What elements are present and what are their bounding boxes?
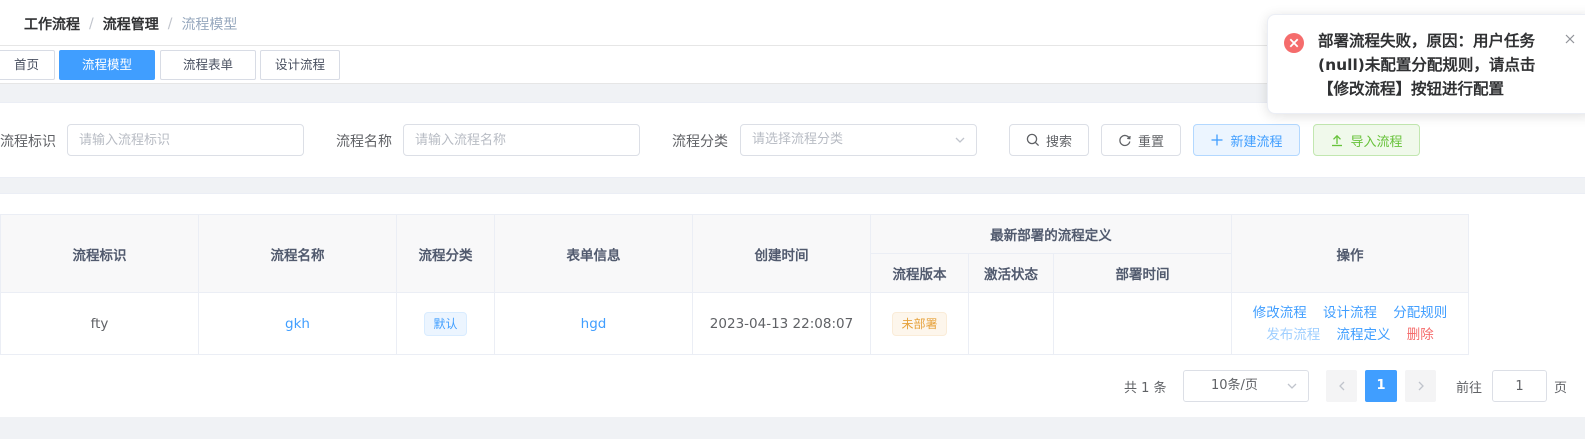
close-icon[interactable] <box>1564 33 1576 45</box>
assign-rules-link[interactable]: 分配规则 <box>1393 305 1447 321</box>
process-key-label: 流程标识 <box>0 134 56 150</box>
process-key-input[interactable] <box>67 124 304 156</box>
cell-active-status <box>968 292 1054 355</box>
header-process-key: 流程标识 <box>0 214 199 293</box>
breadcrumb: 工作流程 / 流程管理 / 流程模型 <box>24 14 237 34</box>
process-name-input[interactable] <box>403 124 640 156</box>
tag-home[interactable]: 首页 <box>0 50 55 80</box>
goto-label: 前往 <box>1456 381 1483 396</box>
breadcrumb-item-process-model: 流程模型 <box>181 17 238 33</box>
process-category-label: 流程分类 <box>672 134 728 150</box>
error-notification: 部署流程失败，原因：用户任务(null)未配置分配规则，请点击【修改流程】按钮进… <box>1267 14 1585 114</box>
cell-process-key: fty <box>0 292 199 355</box>
process-category-placeholder: 请选择流程分类 <box>752 132 844 147</box>
process-category-select[interactable]: 请选择流程分类 <box>740 124 977 156</box>
process-table-grid: 流程标识 流程名称 流程分类 表单信息 创建时间 最新部署的流程定义 操作 流程… <box>0 214 1469 355</box>
header-deploy-time: 部署时间 <box>1053 253 1232 293</box>
table-row: fty gkh 默认 hgd 2023-04-13 22:08:07 未部署 修… <box>0 292 1469 355</box>
cell-form-info: hgd <box>494 292 693 355</box>
edit-process-link[interactable]: 修改流程 <box>1253 305 1307 321</box>
process-name-link[interactable]: gkh <box>285 316 310 332</box>
category-tag: 默认 <box>424 311 467 336</box>
breadcrumb-item-workflow[interactable]: 工作流程 <box>24 14 80 34</box>
cell-actions: 修改流程 设计流程 分配规则 发布流程 流程定义 删除 <box>1231 292 1469 355</box>
page-size-value: 10条/页 <box>1211 378 1258 393</box>
plus-icon <box>1211 134 1223 146</box>
import-process-button[interactable]: 导入流程 <box>1313 124 1420 156</box>
tag-process-model[interactable]: 流程模型 <box>59 50 155 80</box>
header-process-name: 流程名称 <box>198 214 397 293</box>
reset-button-label: 重置 <box>1137 134 1164 150</box>
header-active-status: 激活状态 <box>968 253 1054 293</box>
cell-process-category: 默认 <box>396 292 495 355</box>
goto-page-input[interactable] <box>1492 370 1547 402</box>
header-version: 流程版本 <box>870 253 969 293</box>
process-definition-link[interactable]: 流程定义 <box>1337 327 1391 343</box>
notification-message: 部署流程失败，原因：用户任务(null)未配置分配规则，请点击【修改流程】按钮进… <box>1318 32 1536 98</box>
form-link[interactable]: hgd <box>581 316 607 332</box>
next-page-button[interactable] <box>1405 370 1436 402</box>
breadcrumb-separator: / <box>89 16 94 32</box>
process-name-label: 流程名称 <box>336 134 392 150</box>
create-process-label: 新建流程 <box>1230 134 1283 150</box>
page-number-current[interactable]: 1 <box>1365 370 1397 402</box>
import-process-label: 导入流程 <box>1350 134 1403 150</box>
page: 工作流程 / 流程管理 / 流程模型 首页 流程模型 流程表单 设计流程 流程标… <box>0 0 1585 439</box>
page-suffix-label: 页 <box>1554 381 1568 396</box>
cell-process-name: gkh <box>198 292 397 355</box>
header-created-time: 创建时间 <box>692 214 871 293</box>
page-size-select[interactable]: 10条/页 <box>1183 370 1309 402</box>
upload-icon <box>1332 134 1343 147</box>
header-process-category: 流程分类 <box>396 214 495 293</box>
header-latest-deployment: 最新部署的流程定义 <box>870 214 1232 254</box>
search-button-label: 搜索 <box>1045 134 1072 150</box>
chevron-left-icon <box>1338 381 1344 391</box>
chevron-right-icon <box>1418 381 1424 391</box>
cell-deploy-time <box>1053 292 1232 355</box>
cell-created-time: 2023-04-13 22:08:07 <box>692 292 871 355</box>
tag-design-process[interactable]: 设计流程 <box>260 50 340 80</box>
design-process-link[interactable]: 设计流程 <box>1323 305 1377 321</box>
prev-page-button[interactable] <box>1326 370 1357 402</box>
pagination-total: 共 1 条 <box>1124 381 1167 396</box>
pagination: 共 1 条 10条/页 1 前往 页 <box>0 356 1585 416</box>
error-icon <box>1284 33 1304 53</box>
header-actions: 操作 <box>1231 214 1469 293</box>
create-process-button[interactable]: 新建流程 <box>1193 124 1300 156</box>
header-form-info: 表单信息 <box>494 214 693 293</box>
search-icon <box>1026 133 1040 147</box>
publish-process-link[interactable]: 发布流程 <box>1266 327 1320 343</box>
chevron-down-icon <box>955 137 965 143</box>
delete-link[interactable]: 删除 <box>1407 327 1434 343</box>
refresh-icon <box>1119 134 1131 147</box>
breadcrumb-separator: / <box>167 16 173 32</box>
breadcrumb-item-process-management[interactable]: 流程管理 <box>103 14 159 34</box>
chevron-down-icon <box>1287 383 1297 389</box>
search-button[interactable]: 搜索 <box>1009 124 1089 156</box>
toolbar-strip <box>0 193 1585 214</box>
reset-button[interactable]: 重置 <box>1101 124 1181 156</box>
tag-process-form[interactable]: 流程表单 <box>160 50 256 80</box>
cell-version: 未部署 <box>870 292 969 355</box>
not-deployed-tag: 未部署 <box>892 311 947 336</box>
